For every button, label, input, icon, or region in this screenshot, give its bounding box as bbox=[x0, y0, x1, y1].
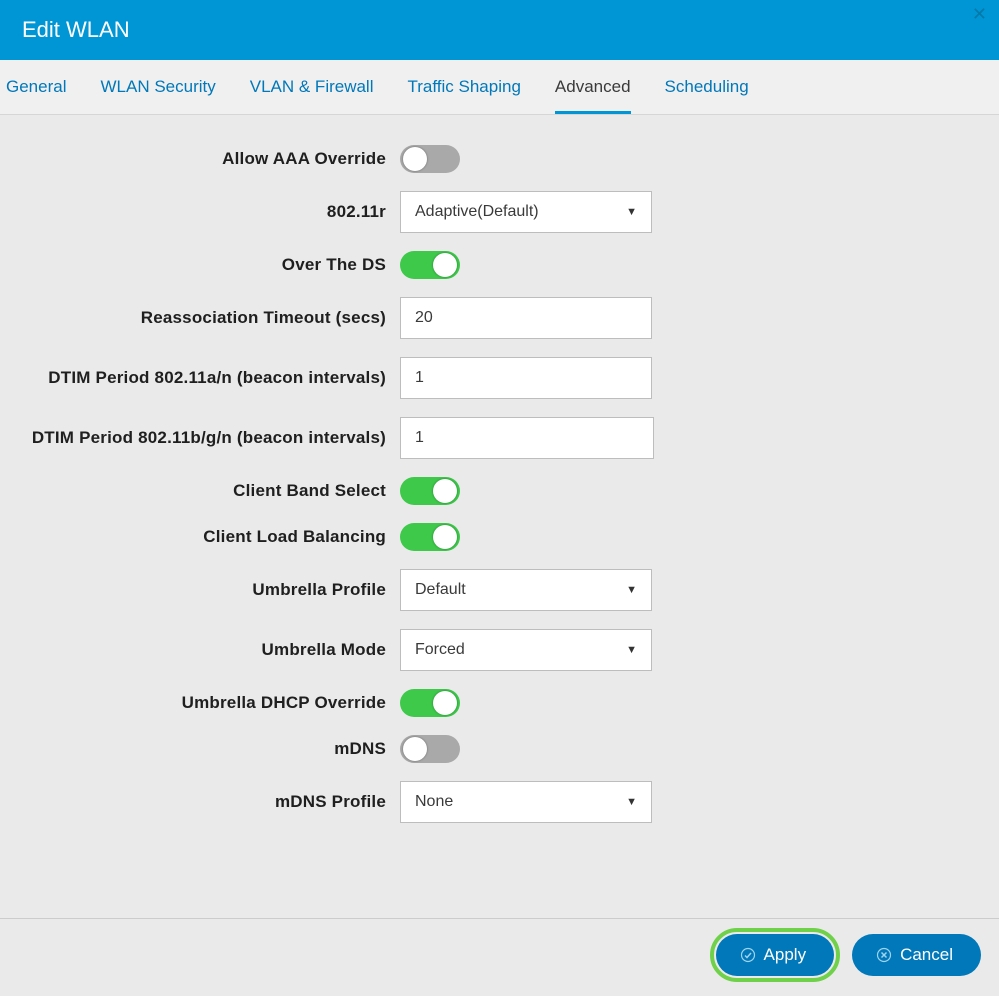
umbrella-profile-select[interactable]: Default ▼ bbox=[400, 569, 652, 611]
allow-aaa-override-toggle[interactable] bbox=[400, 145, 460, 173]
dtim-an-input[interactable] bbox=[400, 357, 652, 399]
dtim-bgn-input[interactable] bbox=[400, 417, 654, 459]
chevron-down-icon: ▼ bbox=[626, 644, 637, 656]
dtim-an-label: DTIM Period 802.11a/n (beacon intervals) bbox=[0, 368, 386, 388]
80211r-label: 802.11r bbox=[0, 202, 386, 222]
mdns-profile-value: None bbox=[415, 793, 453, 811]
mdns-profile-label: mDNS Profile bbox=[0, 792, 386, 812]
close-icon[interactable]: ✕ bbox=[972, 4, 987, 25]
over-the-ds-label: Over The DS bbox=[0, 255, 386, 275]
cancel-label: Cancel bbox=[900, 945, 953, 965]
chevron-down-icon: ▼ bbox=[626, 206, 637, 218]
allow-aaa-override-label: Allow AAA Override bbox=[0, 149, 386, 169]
advanced-form: Allow AAA Override 802.11r Adaptive(Defa… bbox=[0, 115, 999, 919]
umbrella-profile-value: Default bbox=[415, 581, 466, 599]
apply-label: Apply bbox=[764, 945, 807, 965]
reassociation-timeout-label: Reassociation Timeout (secs) bbox=[0, 308, 386, 328]
umbrella-mode-select[interactable]: Forced ▼ bbox=[400, 629, 652, 671]
page-title: Edit WLAN bbox=[22, 17, 130, 43]
client-band-select-toggle[interactable] bbox=[400, 477, 460, 505]
tab-general[interactable]: General bbox=[6, 61, 66, 114]
umbrella-mode-value: Forced bbox=[415, 641, 465, 659]
dtim-bgn-label: DTIM Period 802.11b/g/n (beacon interval… bbox=[0, 428, 386, 448]
reassociation-timeout-input[interactable] bbox=[400, 297, 652, 339]
tab-scheduling[interactable]: Scheduling bbox=[665, 61, 749, 114]
mdns-profile-select[interactable]: None ▼ bbox=[400, 781, 652, 823]
mdns-toggle[interactable] bbox=[400, 735, 460, 763]
client-load-balancing-label: Client Load Balancing bbox=[0, 527, 386, 547]
apply-button[interactable]: Apply bbox=[716, 934, 835, 976]
check-icon bbox=[740, 947, 756, 963]
cancel-icon bbox=[876, 947, 892, 963]
80211r-select[interactable]: Adaptive(Default) ▼ bbox=[400, 191, 652, 233]
umbrella-profile-label: Umbrella Profile bbox=[0, 580, 386, 600]
title-bar: Edit WLAN ✕ bbox=[0, 0, 999, 60]
apply-highlight: Apply bbox=[710, 928, 841, 982]
tab-traffic-shaping[interactable]: Traffic Shaping bbox=[408, 61, 521, 114]
umbrella-dhcp-override-toggle[interactable] bbox=[400, 689, 460, 717]
over-the-ds-toggle[interactable] bbox=[400, 251, 460, 279]
tab-bar: General WLAN Security VLAN & Firewall Tr… bbox=[0, 60, 999, 115]
footer-bar: Apply Cancel bbox=[0, 919, 999, 991]
chevron-down-icon: ▼ bbox=[626, 796, 637, 808]
chevron-down-icon: ▼ bbox=[626, 584, 637, 596]
cancel-button[interactable]: Cancel bbox=[852, 934, 981, 976]
umbrella-dhcp-override-label: Umbrella DHCP Override bbox=[0, 693, 386, 713]
tab-wlan-security[interactable]: WLAN Security bbox=[100, 61, 215, 114]
mdns-label: mDNS bbox=[0, 739, 386, 759]
tab-vlan-firewall[interactable]: VLAN & Firewall bbox=[250, 61, 374, 114]
umbrella-mode-label: Umbrella Mode bbox=[0, 640, 386, 660]
client-band-select-label: Client Band Select bbox=[0, 481, 386, 501]
80211r-value: Adaptive(Default) bbox=[415, 203, 539, 221]
client-load-balancing-toggle[interactable] bbox=[400, 523, 460, 551]
tab-advanced[interactable]: Advanced bbox=[555, 61, 631, 114]
